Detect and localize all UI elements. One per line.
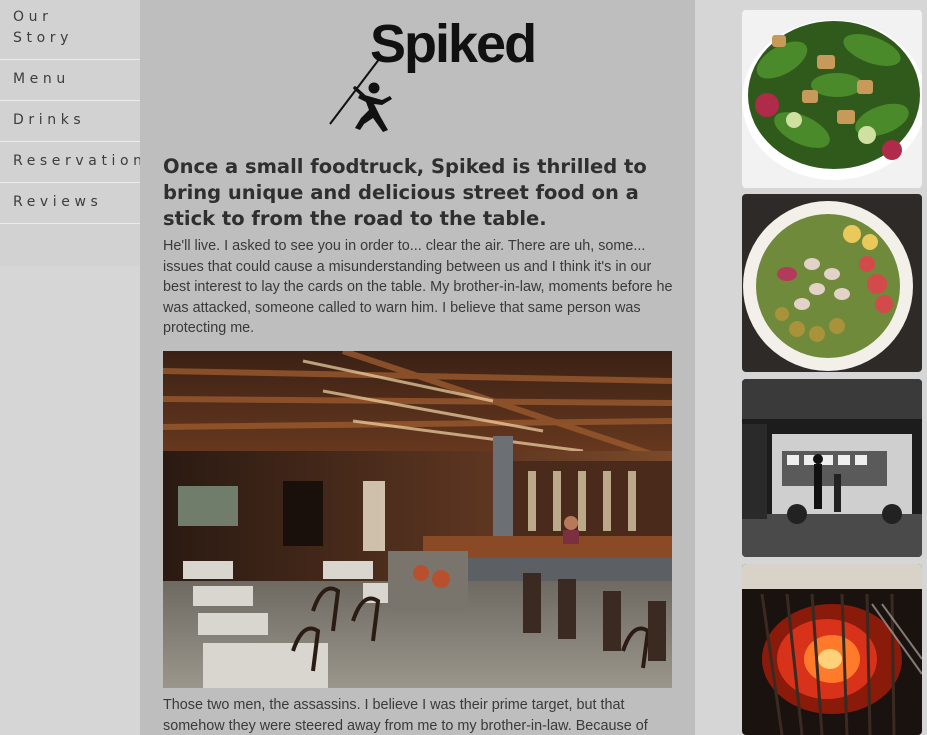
nav-item-reviews[interactable]: Reviews: [0, 183, 140, 224]
nav-item-menu[interactable]: Menu: [0, 60, 140, 101]
nav-item-our-story[interactable]: Our Story: [0, 0, 140, 60]
intro-paragraph: He'll live. I asked to see you in order …: [163, 238, 673, 337]
site-logo[interactable]: Spiked: [328, 14, 537, 136]
nav-item-label: Story: [13, 30, 73, 46]
green-salad-photo: [742, 10, 922, 188]
nav-item-label: Our: [13, 9, 53, 25]
spear-thrower-icon: [329, 57, 392, 132]
page-headline: Once a small foodtruck, Spiked is thrill…: [163, 155, 647, 230]
main-content: Spiked Once a small foodtruck, Spiked is…: [140, 0, 695, 735]
nav-item-drinks[interactable]: Drinks: [0, 101, 140, 142]
story-paragraph: Those two men, the assassins. I believe …: [163, 697, 648, 734]
nav-item-label: Drinks: [13, 112, 86, 128]
food-truck-night-photo: [742, 379, 922, 557]
nav-item-label: Reservations: [13, 153, 140, 169]
nav-item-reservations[interactable]: Reservations: [0, 142, 140, 183]
grill-fire-photo: [742, 564, 922, 735]
sidebar-nav: Our Story Menu Drinks Reservations Revie…: [0, 0, 140, 266]
nav-item-label: Reviews: [13, 194, 103, 210]
bean-salad-photo: [742, 194, 922, 372]
nav-item-label: Menu: [13, 71, 70, 87]
restaurant-interior-photo: [163, 351, 672, 688]
